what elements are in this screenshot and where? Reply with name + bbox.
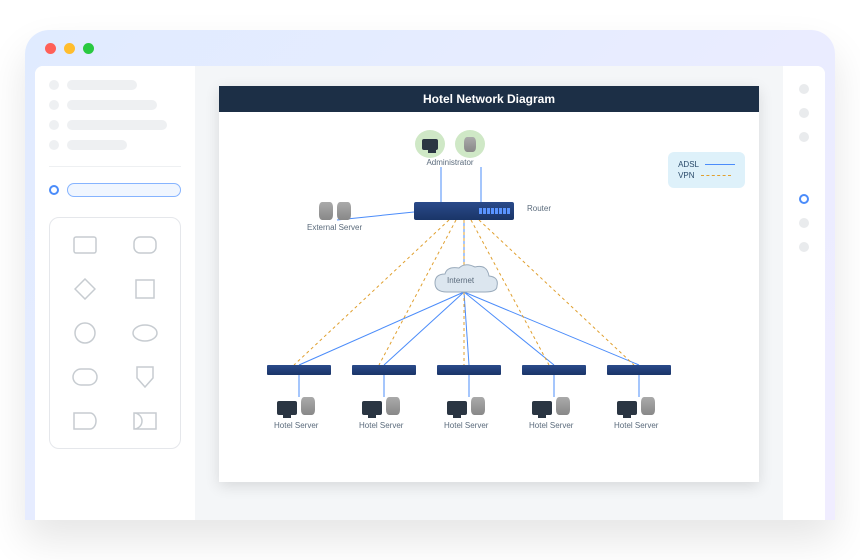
outline-panel — [35, 66, 195, 520]
maximize-icon[interactable] — [83, 43, 94, 54]
node-administrator[interactable]: Administrator — [415, 130, 485, 168]
rail-item[interactable] — [799, 218, 809, 228]
shape-tab[interactable] — [62, 406, 108, 436]
node-switch[interactable] — [352, 365, 416, 375]
outline-item[interactable] — [49, 80, 181, 90]
internet-label: Internet — [447, 276, 474, 286]
node-hotel-server[interactable]: Hotel Server — [529, 397, 573, 431]
node-hotel-server[interactable]: Hotel Server — [614, 397, 658, 431]
titlebar — [25, 30, 835, 66]
outline-item[interactable] — [49, 140, 181, 150]
node-switch[interactable] — [437, 365, 501, 375]
outline-item[interactable] — [49, 100, 181, 110]
rail-item-active[interactable] — [799, 194, 809, 204]
legend-adsl-label: ADSL — [678, 160, 699, 169]
shape-capsule[interactable] — [62, 362, 108, 392]
right-rail — [783, 66, 825, 520]
divider — [49, 166, 181, 167]
shape-diamond[interactable] — [62, 274, 108, 304]
node-router[interactable] — [414, 202, 514, 220]
active-pill — [67, 183, 181, 197]
hotel-server-label: Hotel Server — [274, 421, 318, 431]
hotel-server-label: Hotel Server — [359, 421, 403, 431]
outline-item[interactable] — [49, 120, 181, 130]
legend: ADSL VPN — [668, 152, 745, 188]
diagram-body: ADSL VPN Admini — [219, 112, 759, 482]
router-icon — [414, 202, 514, 220]
node-internet[interactable]: Internet — [429, 262, 501, 307]
node-hotel-server[interactable]: Hotel Server — [359, 397, 403, 431]
hotel-server-label: Hotel Server — [529, 421, 573, 431]
outline-item-active[interactable] — [49, 183, 181, 197]
external-server-label: External Server — [307, 223, 362, 233]
hotel-server-label: Hotel Server — [444, 421, 488, 431]
node-switch[interactable] — [607, 365, 671, 375]
rail-item[interactable] — [799, 242, 809, 252]
hotel-server-label: Hotel Server — [614, 421, 658, 431]
diagram-title: Hotel Network Diagram — [219, 86, 759, 112]
shape-circle[interactable] — [62, 318, 108, 348]
workspace: Hotel Network Diagram — [35, 66, 825, 520]
rail-item[interactable] — [799, 84, 809, 94]
router-label: Router — [527, 204, 551, 214]
canvas[interactable]: Hotel Network Diagram — [195, 66, 783, 520]
shape-pentagon[interactable] — [122, 362, 168, 392]
node-hotel-server[interactable]: Hotel Server — [274, 397, 318, 431]
shapes-palette — [49, 217, 181, 449]
node-switch[interactable] — [522, 365, 586, 375]
legend-vpn: VPN — [678, 171, 735, 180]
shape-square[interactable] — [122, 274, 168, 304]
close-icon[interactable] — [45, 43, 56, 54]
shape-notch[interactable] — [122, 406, 168, 436]
rail-item[interactable] — [799, 132, 809, 142]
shape-rectangle[interactable] — [62, 230, 108, 260]
rail-item[interactable] — [799, 108, 809, 118]
node-external-server[interactable]: External Server — [307, 202, 362, 233]
node-switch[interactable] — [267, 365, 331, 375]
shape-ellipse[interactable] — [122, 318, 168, 348]
radio-active-icon — [49, 185, 59, 195]
legend-vpn-label: VPN — [678, 171, 694, 180]
app-window: Hotel Network Diagram — [25, 30, 835, 520]
node-hotel-server[interactable]: Hotel Server — [444, 397, 488, 431]
minimize-icon[interactable] — [64, 43, 75, 54]
legend-adsl: ADSL — [678, 160, 735, 169]
shape-rounded-rect[interactable] — [122, 230, 168, 260]
diagram-document[interactable]: Hotel Network Diagram — [219, 86, 759, 482]
administrator-label: Administrator — [426, 158, 473, 168]
